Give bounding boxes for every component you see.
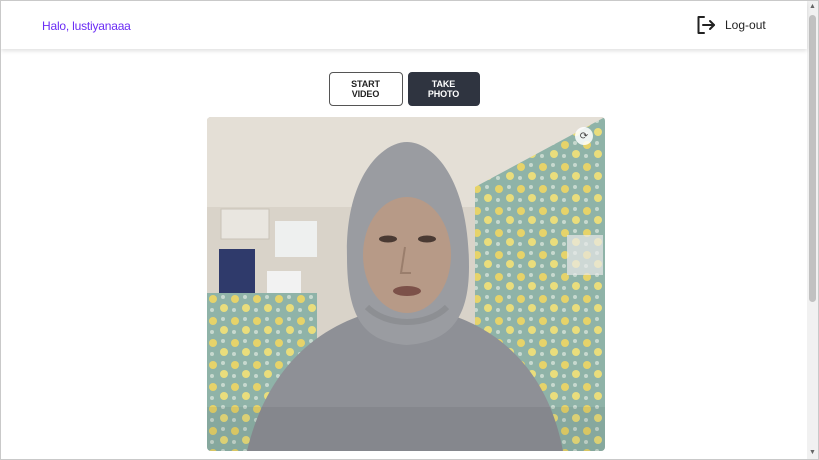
camera-controls: START VIDEO TAKE PHOTO <box>1 72 807 106</box>
scroll-thumb[interactable] <box>809 15 816 302</box>
take-photo-button[interactable]: TAKE PHOTO <box>407 72 480 106</box>
top-navbar: Halo, lustiyanaaa Log-out <box>1 1 807 49</box>
main-content: START VIDEO TAKE PHOTO ⟳ <box>1 49 807 459</box>
camera-video-feed: ⟳ <box>207 117 605 451</box>
start-video-button[interactable]: START VIDEO <box>328 72 403 106</box>
logout-icon <box>695 14 717 36</box>
logout-label: Log-out <box>725 18 766 32</box>
vertical-scrollbar[interactable]: ▲ ▼ <box>807 1 818 459</box>
scroll-up-arrow-icon[interactable]: ▲ <box>807 1 818 13</box>
camera-switch-icon[interactable]: ⟳ <box>575 127 593 145</box>
logout-button[interactable]: Log-out <box>695 13 766 37</box>
browser-page: Halo, lustiyanaaa Log-out START VIDEO TA… <box>0 0 819 460</box>
user-greeting: Halo, lustiyanaaa <box>42 19 131 33</box>
scroll-down-arrow-icon[interactable]: ▼ <box>807 447 818 459</box>
camera-frame-image <box>207 117 605 451</box>
